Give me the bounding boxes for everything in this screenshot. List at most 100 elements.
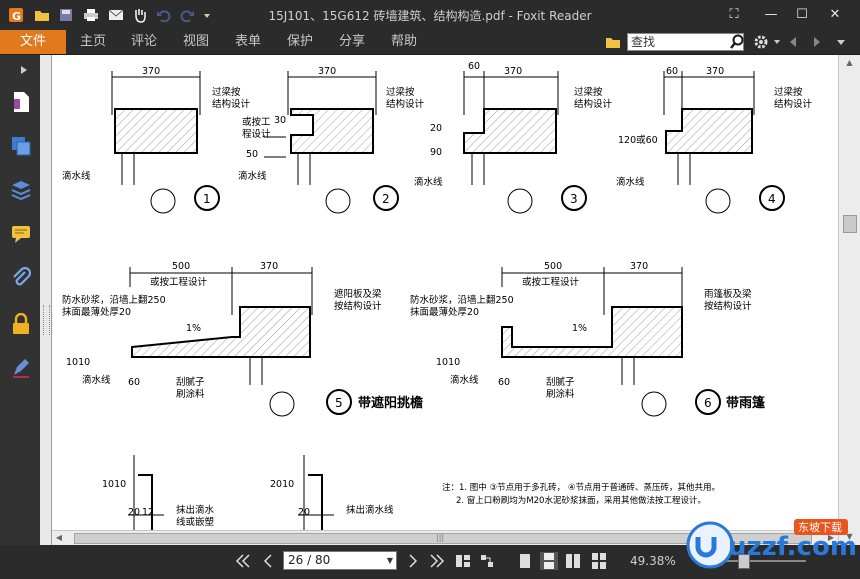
dim-370-1: 370 xyxy=(142,66,160,77)
customize-icon[interactable] xyxy=(198,6,216,24)
beam-label-2b: 结构设计 xyxy=(386,98,425,110)
document-view[interactable]: 370 过梁按 结构设计 滴水线 370 过梁按 结构设计 或按工 程设计 30… xyxy=(52,55,838,530)
expand-panel-icon[interactable] xyxy=(18,57,30,83)
menu-view[interactable]: 视图 xyxy=(183,30,209,54)
open-folder-icon[interactable] xyxy=(33,6,51,24)
circle-6: 6 xyxy=(704,396,712,410)
beam-label-1b: 结构设计 xyxy=(212,98,251,110)
beam-label-4b: 结构设计 xyxy=(774,98,813,110)
pages-icon[interactable] xyxy=(8,89,34,115)
putty-5a: 刮腻子 xyxy=(176,376,205,388)
detail-6 xyxy=(501,267,721,417)
panel-splitter[interactable] xyxy=(40,55,52,545)
attachments-icon[interactable] xyxy=(8,265,34,291)
drip-line-6: 滴水线 xyxy=(450,374,479,386)
putty-6b: 刷涂料 xyxy=(546,388,575,400)
detail-8 xyxy=(298,455,334,530)
redo-icon[interactable] xyxy=(178,6,196,24)
menu-comment[interactable]: 评论 xyxy=(131,30,157,54)
menu-help[interactable]: 帮助 xyxy=(391,30,417,54)
stack-icon[interactable] xyxy=(8,177,34,203)
first-page-icon[interactable] xyxy=(234,552,252,570)
single-page-icon[interactable] xyxy=(516,552,534,570)
email-icon[interactable] xyxy=(107,6,125,24)
circle-5: 5 xyxy=(335,396,343,410)
split-view-icon[interactable] xyxy=(454,552,472,570)
print-icon[interactable] xyxy=(82,6,100,24)
app-logo-icon[interactable]: G xyxy=(7,6,25,24)
hand-tool-icon[interactable] xyxy=(131,6,149,24)
dim-20-7: 20 xyxy=(128,507,140,518)
zoom-level[interactable]: 49.38% xyxy=(630,552,676,570)
layers-icon[interactable] xyxy=(8,133,34,159)
detail-5-title: 带遮阳挑檐 xyxy=(358,395,423,411)
watermark-badge: 东坡下载 xyxy=(798,521,842,534)
dim-370-2: 370 xyxy=(318,66,336,77)
detail-2 xyxy=(264,71,399,214)
putty-6a: 刮腻子 xyxy=(546,376,575,388)
canopy-label-1: 雨篷板及梁 xyxy=(704,288,752,300)
drip-line-4: 滴水线 xyxy=(616,176,645,188)
drip-groove-1: 抹出滴水 xyxy=(176,504,215,516)
circle-3: 3 xyxy=(570,192,578,206)
title-bar: 15J101、15G612 砖墙建筑、结构构造.pdf - Foxit Read… xyxy=(0,0,860,30)
restore-icon[interactable]: ⛶ xyxy=(721,4,747,26)
continuous-page-icon[interactable] xyxy=(540,552,558,570)
undo-icon[interactable] xyxy=(155,6,173,24)
or-by-engineering-6: 或按工程设计 xyxy=(522,276,580,288)
lock-icon[interactable] xyxy=(8,311,34,337)
last-page-icon[interactable] xyxy=(428,552,446,570)
close-button[interactable]: ✕ xyxy=(822,4,848,26)
splitter-grip[interactable] xyxy=(43,305,50,335)
drip-groove-2: 线或嵌塑 xyxy=(176,516,215,528)
detail-6-title: 带雨篷 xyxy=(726,395,766,411)
maximize-button[interactable]: ☐ xyxy=(789,4,815,26)
file-menu[interactable]: 文件 xyxy=(0,30,66,54)
search-input[interactable]: 查找 xyxy=(627,33,744,51)
page-dropdown-icon[interactable]: ▼ xyxy=(387,552,393,569)
dim-60-3: 60 xyxy=(468,61,480,72)
ribbon-toggle-icon[interactable] xyxy=(832,33,850,51)
dim-90-3: 90 xyxy=(430,147,442,158)
circle-1: 1 xyxy=(203,192,211,206)
search-icon[interactable] xyxy=(728,33,746,51)
menu-protect[interactable]: 保护 xyxy=(287,30,313,54)
forward-arrow-icon[interactable] xyxy=(808,33,826,51)
or-by-engineering-5: 或按工程设计 xyxy=(150,276,208,288)
sunshade-label-2: 按结构设计 xyxy=(334,300,382,312)
navigation-icon[interactable] xyxy=(478,552,496,570)
engineering-design-2: 程设计 xyxy=(242,128,271,140)
drawing-canvas: 370 过梁按 结构设计 滴水线 370 过梁按 结构设计 或按工 程设计 30… xyxy=(62,61,813,530)
continuous-facing-icon[interactable] xyxy=(590,552,608,570)
dim-370-6: 370 xyxy=(630,261,648,272)
menu-share[interactable]: 分享 xyxy=(339,30,365,54)
vertical-scroll-thumb[interactable] xyxy=(843,215,857,233)
folder-icon[interactable] xyxy=(604,33,622,51)
drip-line-2: 滴水线 xyxy=(238,170,267,182)
circle-2: 2 xyxy=(382,192,390,206)
waterproof-6a: 防水砂浆，沿墙上翻250 xyxy=(410,294,514,306)
menu-home[interactable]: 主页 xyxy=(80,30,106,54)
back-arrow-icon[interactable] xyxy=(784,33,802,51)
facing-page-icon[interactable] xyxy=(564,552,582,570)
minimize-button[interactable]: — xyxy=(758,4,784,26)
slope-6: 1% xyxy=(572,323,587,334)
dim-30: 30 xyxy=(274,115,286,126)
comments-icon[interactable] xyxy=(8,221,34,247)
waterproof-5a: 防水砂浆，沿墙上翻250 xyxy=(62,294,166,306)
note-2: 2. 窗上口粉刷均为M20水泥砂浆抹面，采用其他做法按工程设计。 xyxy=(456,495,706,506)
dim-500-5: 500 xyxy=(172,261,190,272)
save-icon[interactable] xyxy=(57,6,75,24)
scroll-left-icon[interactable]: ◀ xyxy=(52,531,66,545)
pen-icon[interactable] xyxy=(8,355,34,381)
dim-2010-8: 2010 xyxy=(270,479,294,490)
menu-form[interactable]: 表单 xyxy=(235,30,261,54)
vertical-scrollbar[interactable]: ▲ ▼ xyxy=(838,55,860,545)
scroll-up-icon[interactable]: ▲ xyxy=(839,55,860,71)
circle-4: 4 xyxy=(768,192,776,206)
detail-3 xyxy=(463,71,587,214)
next-page-icon[interactable] xyxy=(404,552,422,570)
svg-text:G: G xyxy=(12,10,21,23)
page-number-field[interactable]: 26 / 80 ▼ xyxy=(283,551,397,570)
prev-page-icon[interactable] xyxy=(259,552,277,570)
